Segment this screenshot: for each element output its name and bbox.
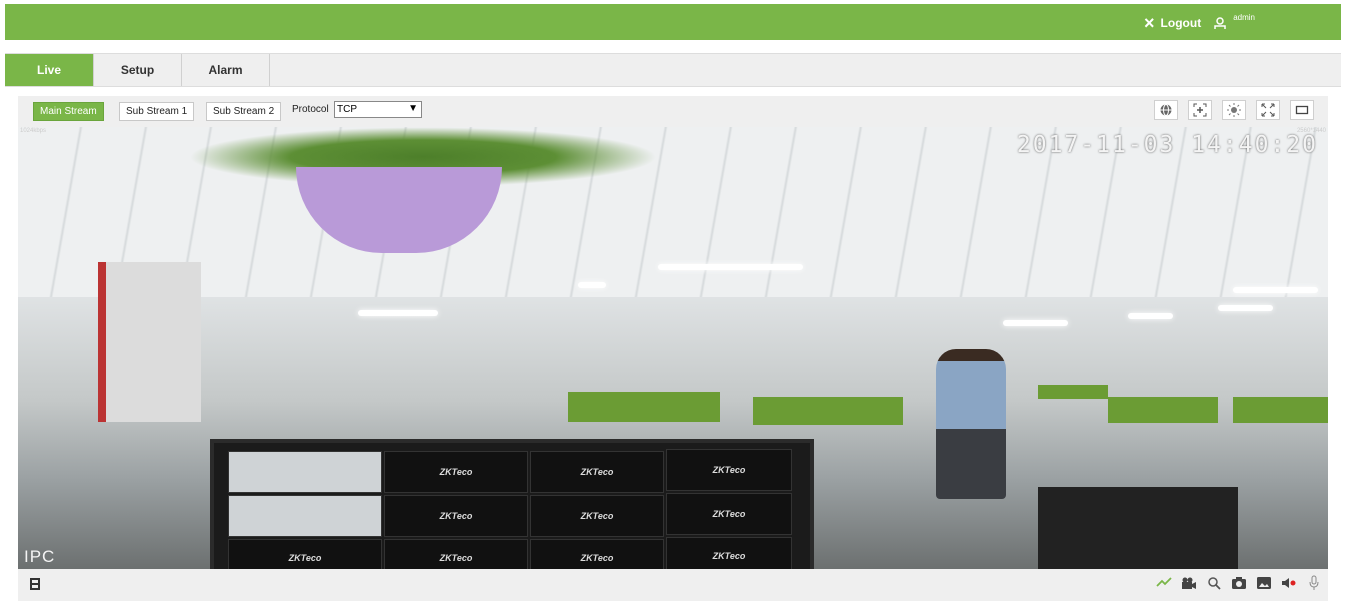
- playback-controls: [18, 569, 1328, 601]
- monitor-logo: ZKTeco: [384, 451, 528, 493]
- monitor-logo: ZKTeco: [530, 495, 664, 537]
- ceiling-light: [1233, 287, 1318, 293]
- microphone-icon[interactable]: [1305, 574, 1322, 591]
- tab-setup[interactable]: Setup: [94, 54, 182, 86]
- protocol-select[interactable]: TCP ▼: [334, 101, 422, 118]
- ceiling-light: [1128, 313, 1173, 319]
- pillar: [98, 262, 201, 422]
- record-icon[interactable]: [1180, 574, 1197, 591]
- ptz-icon[interactable]: [1155, 574, 1172, 591]
- ceiling-light: [1003, 320, 1068, 326]
- monitor-logo: ZKTeco: [666, 537, 792, 569]
- snapshot-icon[interactable]: [1230, 574, 1247, 591]
- ceiling-light: [1218, 305, 1273, 311]
- live-view-panel: Main Stream Sub Stream 1 Sub Stream 2 Pr…: [18, 96, 1328, 601]
- desk-divider: [1108, 397, 1218, 423]
- monitor-feed-thumbnail: [228, 451, 382, 493]
- protocol-value: TCP: [337, 104, 357, 115]
- monitor-logo: ZKTeco: [384, 495, 528, 537]
- desk-divider: [1038, 385, 1108, 399]
- fullscreen-icon[interactable]: [1256, 100, 1280, 120]
- monitor-logo: ZKTeco: [228, 539, 382, 569]
- window-icon[interactable]: [1290, 100, 1314, 120]
- sub-stream-2-button[interactable]: Sub Stream 2: [206, 102, 282, 121]
- protocol-label: Protocol: [292, 104, 329, 115]
- monitor-logo: ZKTeco: [666, 449, 792, 491]
- main-stream-button[interactable]: Main Stream: [33, 102, 104, 121]
- monitor-logo: ZKTeco: [384, 539, 528, 569]
- user-icon: [1214, 17, 1226, 29]
- header-actions: × Logout admin: [1144, 12, 1255, 33]
- control-icons: [1155, 574, 1322, 591]
- zoom-in-icon[interactable]: [1188, 100, 1212, 120]
- stream-toolbar: Main Stream Sub Stream 1 Sub Stream 2 Pr…: [18, 96, 1328, 126]
- wall-monitor: ZKTeco ZKTeco ZKTeco ZKTeco ZKTeco ZKTec…: [210, 439, 814, 569]
- monitor-logo: ZKTeco: [530, 539, 664, 569]
- film-icon[interactable]: [26, 575, 43, 592]
- view-tools: [1154, 100, 1314, 120]
- desk-divider: [568, 392, 720, 422]
- person-figure: [936, 349, 1006, 499]
- live-video[interactable]: ZKTeco ZKTeco ZKTeco ZKTeco ZKTeco ZKTec…: [18, 127, 1328, 569]
- logout-button[interactable]: Logout: [1161, 16, 1202, 30]
- image-icon[interactable]: [1255, 574, 1272, 591]
- ceiling-light: [358, 310, 438, 316]
- monitor-feed-thumbnail: [228, 495, 382, 537]
- globe-icon[interactable]: [1154, 100, 1178, 120]
- username-label: admin: [1233, 12, 1255, 22]
- brightness-icon[interactable]: [1222, 100, 1246, 120]
- tab-alarm[interactable]: Alarm: [182, 54, 270, 86]
- osd-timestamp: 2017-11-03 14:40:20: [1016, 132, 1318, 158]
- main-tabs: Live Setup Alarm: [5, 53, 1341, 87]
- top-header: × Logout admin: [5, 4, 1341, 40]
- tab-live[interactable]: Live: [5, 54, 94, 86]
- monitor-logo: ZKTeco: [530, 451, 664, 493]
- close-icon[interactable]: ×: [1144, 14, 1155, 32]
- chevron-down-icon: ▼: [408, 103, 418, 114]
- sub-stream-1-button[interactable]: Sub Stream 1: [119, 102, 195, 121]
- ceiling-light: [658, 264, 803, 270]
- search-icon[interactable]: [1205, 574, 1222, 591]
- monitor-back: [1038, 487, 1238, 569]
- desk-divider: [1233, 397, 1328, 423]
- desk-divider: [753, 397, 903, 425]
- osd-camera-name: IPC: [24, 547, 56, 566]
- bitrate-readout: 1024kbps: [20, 128, 47, 134]
- audio-icon[interactable]: [1280, 574, 1297, 591]
- ceiling-light: [578, 282, 606, 288]
- monitor-logo: ZKTeco: [666, 493, 792, 535]
